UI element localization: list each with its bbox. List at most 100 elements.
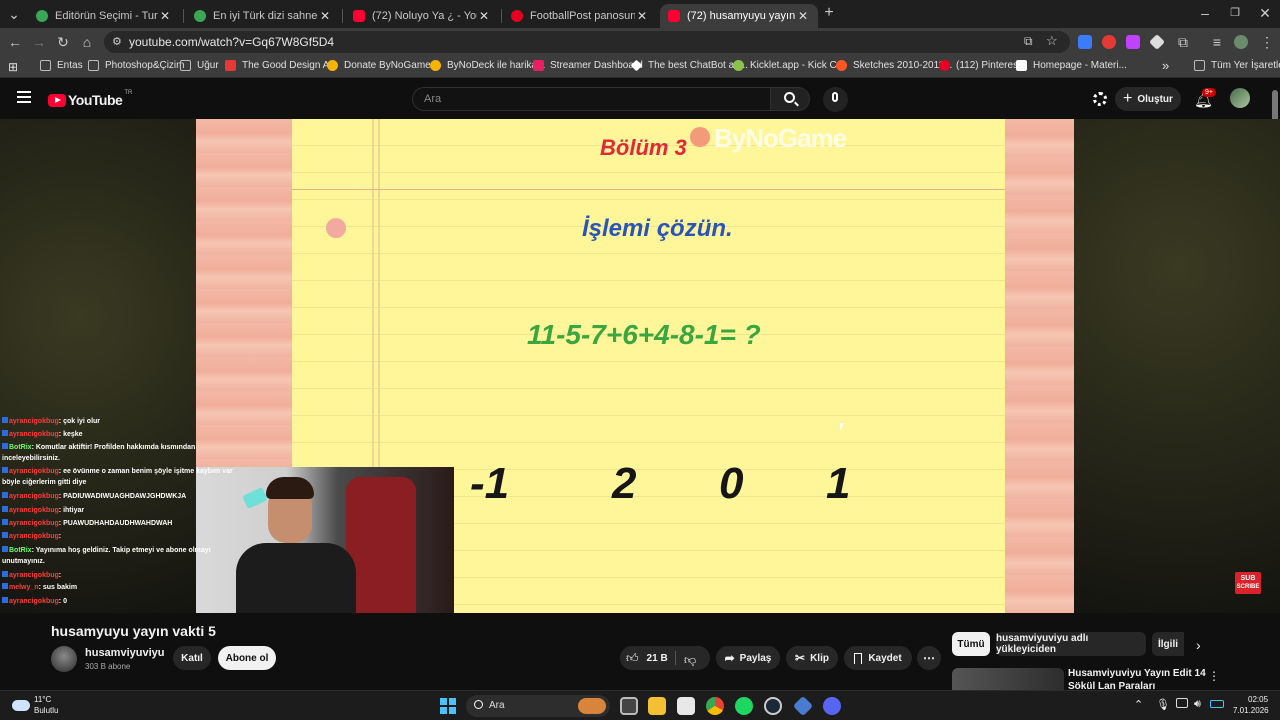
chip-from-uploader[interactable]: husamviyuviyu adlı yükleyiciden — [996, 632, 1146, 656]
bookmark-item[interactable]: Kicklet.app - Kick C... — [733, 60, 845, 71]
bookmark-item[interactable]: Homepage - Materi... — [1016, 60, 1127, 71]
dislike-button[interactable]: 👎︎ — [684, 651, 696, 669]
clip-button[interactable]: ✂ Klip — [786, 646, 838, 670]
all-bookmarks-button[interactable]: Tüm Yer İşaretleri — [1194, 60, 1280, 71]
maximize-icon[interactable]: ❐ — [1226, 4, 1244, 22]
close-window-icon[interactable]: ✕ — [1256, 4, 1274, 22]
channel-name[interactable]: husamviyuviyu — [85, 647, 164, 659]
back-icon[interactable]: ← — [6, 33, 24, 51]
bookmark-item[interactable]: Entas — [40, 60, 83, 71]
tab-close-icon[interactable]: ✕ — [796, 9, 810, 23]
channel-avatar[interactable] — [51, 646, 77, 672]
bookmark-item[interactable]: Photoshop&Çizim — [88, 60, 184, 71]
tab-search-icon[interactable]: ⌄ — [5, 5, 23, 23]
forward-icon[interactable]: → — [30, 33, 48, 51]
bookmark-star-icon[interactable]: ☆ — [1046, 33, 1058, 49]
extension-icon[interactable] — [1078, 35, 1092, 49]
share-arrow-icon: ➦ — [724, 651, 735, 665]
recommended-thumbnail[interactable] — [952, 668, 1064, 690]
browser-menu-icon[interactable]: ⋮ — [1258, 33, 1276, 51]
browser-tab[interactable]: FootballPost panosundaki Pin ✕ — [503, 4, 657, 28]
profile-avatar[interactable] — [1234, 35, 1248, 49]
like-button[interactable]: 👍︎ 21 B — [626, 651, 668, 666]
search-button[interactable] — [770, 87, 810, 111]
subscribe-overlay-badge: SUB SCRIBE — [1235, 572, 1261, 594]
reload-icon[interactable]: ↻ — [54, 33, 72, 51]
tray-overflow-icon[interactable]: ⌃ — [1134, 698, 1143, 711]
extension-icon[interactable] — [1102, 35, 1116, 49]
extension-icon[interactable] — [1149, 34, 1165, 50]
tab-close-icon[interactable]: ✕ — [158, 9, 172, 23]
chat-username: melwy_n — [9, 584, 39, 591]
chip-next-chevron-icon[interactable]: › — [1196, 637, 1201, 653]
browser-tab-active[interactable]: (72) husamyuyu yayın vakti 5 - ✕ — [660, 4, 818, 28]
chat-platform-badge-icon — [2, 467, 8, 473]
chip-related[interactable]: İlgili — [1152, 632, 1184, 656]
file-explorer-icon[interactable] — [648, 697, 666, 715]
chip-all[interactable]: Tümü — [952, 632, 990, 656]
steam-icon[interactable] — [764, 697, 782, 715]
discord-icon[interactable] — [823, 697, 841, 715]
browser-tab[interactable]: (72) Noluyo Ya ¿ - YouTube ✕ — [345, 4, 499, 28]
bookmark-item[interactable]: The best ChatBot an... — [630, 59, 748, 72]
video-player[interactable]: Bölüm 3 ByNoGame İşlemi çözün. 11-5-7+6+… — [0, 119, 1280, 613]
home-icon[interactable]: ⌂ — [78, 33, 96, 51]
microphone-tray-icon[interactable]: 🎙︎ — [1156, 698, 1170, 711]
new-tab-button[interactable]: + — [820, 4, 838, 22]
tab-close-icon[interactable]: ✕ — [477, 9, 491, 23]
bookmark-item[interactable]: Uğur — [180, 60, 219, 71]
search-input[interactable]: Ara — [412, 87, 770, 111]
bookmark-item[interactable]: The Good Design A... — [225, 60, 338, 71]
create-button[interactable]: + Oluştur — [1115, 87, 1181, 111]
more-actions-button[interactable]: ⋯ — [917, 646, 941, 670]
bookmark-label: Kicklet.app - Kick C... — [750, 60, 846, 71]
reading-list-icon[interactable]: ≡ — [1208, 33, 1226, 51]
subscribe-button[interactable]: Abone ol — [218, 646, 276, 670]
recommended-more-icon[interactable]: ⋮ — [1208, 669, 1220, 683]
bookmark-item[interactable]: ByNoDeck ile harika... — [430, 60, 545, 71]
join-button[interactable]: Katıl — [173, 646, 211, 670]
taskbar-search-box[interactable]: Ara — [466, 695, 610, 717]
start-button-icon[interactable] — [440, 698, 456, 714]
weather-cloud-icon[interactable] — [12, 700, 30, 711]
volume-tray-icon[interactable]: 🔊︎ — [1194, 698, 1201, 711]
extensions-puzzle-icon[interactable]: ⧉ — [1174, 33, 1192, 51]
browser-toolbar: ← → ↻ ⌂ ⚙ youtube.com/watch?v=Gq67W8Gf5D… — [0, 28, 1280, 56]
app-icon[interactable] — [792, 695, 814, 717]
youtube-logo[interactable]: YouTube TR — [48, 90, 132, 108]
recommended-title[interactable]: Husamviyuviyu Yayın Edit 14 — [1068, 668, 1206, 679]
spotify-icon[interactable] — [735, 697, 753, 715]
account-avatar[interactable] — [1230, 88, 1250, 108]
bookmark-item[interactable]: Streamer Dashboard — [533, 60, 643, 71]
bookmarks-overflow-button[interactable]: » — [1162, 58, 1169, 73]
share-button[interactable]: ➦ Paylaş — [716, 646, 780, 670]
browser-tab[interactable]: En iyi Türk dizi sahnesi - Tier Li ✕ — [186, 4, 340, 28]
tab-close-icon[interactable]: ✕ — [318, 9, 332, 23]
save-button[interactable]: Kaydet — [844, 646, 912, 670]
site-info-icon[interactable]: ⚙ — [112, 35, 122, 48]
install-icon[interactable]: ⧉ — [1024, 34, 1033, 49]
voice-search-button[interactable] — [823, 87, 848, 112]
hamburger-menu-icon[interactable] — [17, 91, 31, 103]
battery-tray-icon[interactable] — [1210, 700, 1224, 708]
chrome-icon[interactable] — [706, 697, 724, 715]
cast-gear-icon[interactable] — [1093, 92, 1107, 106]
browser-tab[interactable]: Editörün Seçimi - Turnuva - Qu ✕ — [28, 4, 180, 28]
apps-grid-icon[interactable]: ⊞ — [8, 60, 18, 74]
store-icon[interactable] — [677, 697, 695, 715]
tab-close-icon[interactable]: ✕ — [635, 9, 649, 23]
share-label: Paylaş — [739, 652, 772, 664]
bookmark-item[interactable]: Sketches 2010-2011... — [836, 60, 952, 71]
youtube-wordmark: YouTube — [68, 92, 123, 108]
display-tray-icon[interactable] — [1176, 698, 1188, 708]
pinterest-favicon-icon — [511, 10, 523, 22]
minimize-icon[interactable]: – — [1196, 4, 1214, 22]
clock-time[interactable]: 02:05 — [1248, 695, 1268, 704]
youtube-play-icon — [48, 93, 66, 107]
bookmark-item[interactable]: (112) Pinterest — [939, 60, 1021, 71]
extension-icon[interactable] — [1126, 35, 1140, 49]
bookmark-item[interactable]: Donate ByNoGame... — [327, 60, 439, 71]
address-bar[interactable]: ⚙ youtube.com/watch?v=Gq67W8Gf5D4 ⧉ ☆ — [104, 31, 1070, 53]
tab-title: (72) husamyuyu yayın vakti 5 - — [687, 10, 796, 22]
task-view-icon[interactable] — [620, 697, 638, 715]
